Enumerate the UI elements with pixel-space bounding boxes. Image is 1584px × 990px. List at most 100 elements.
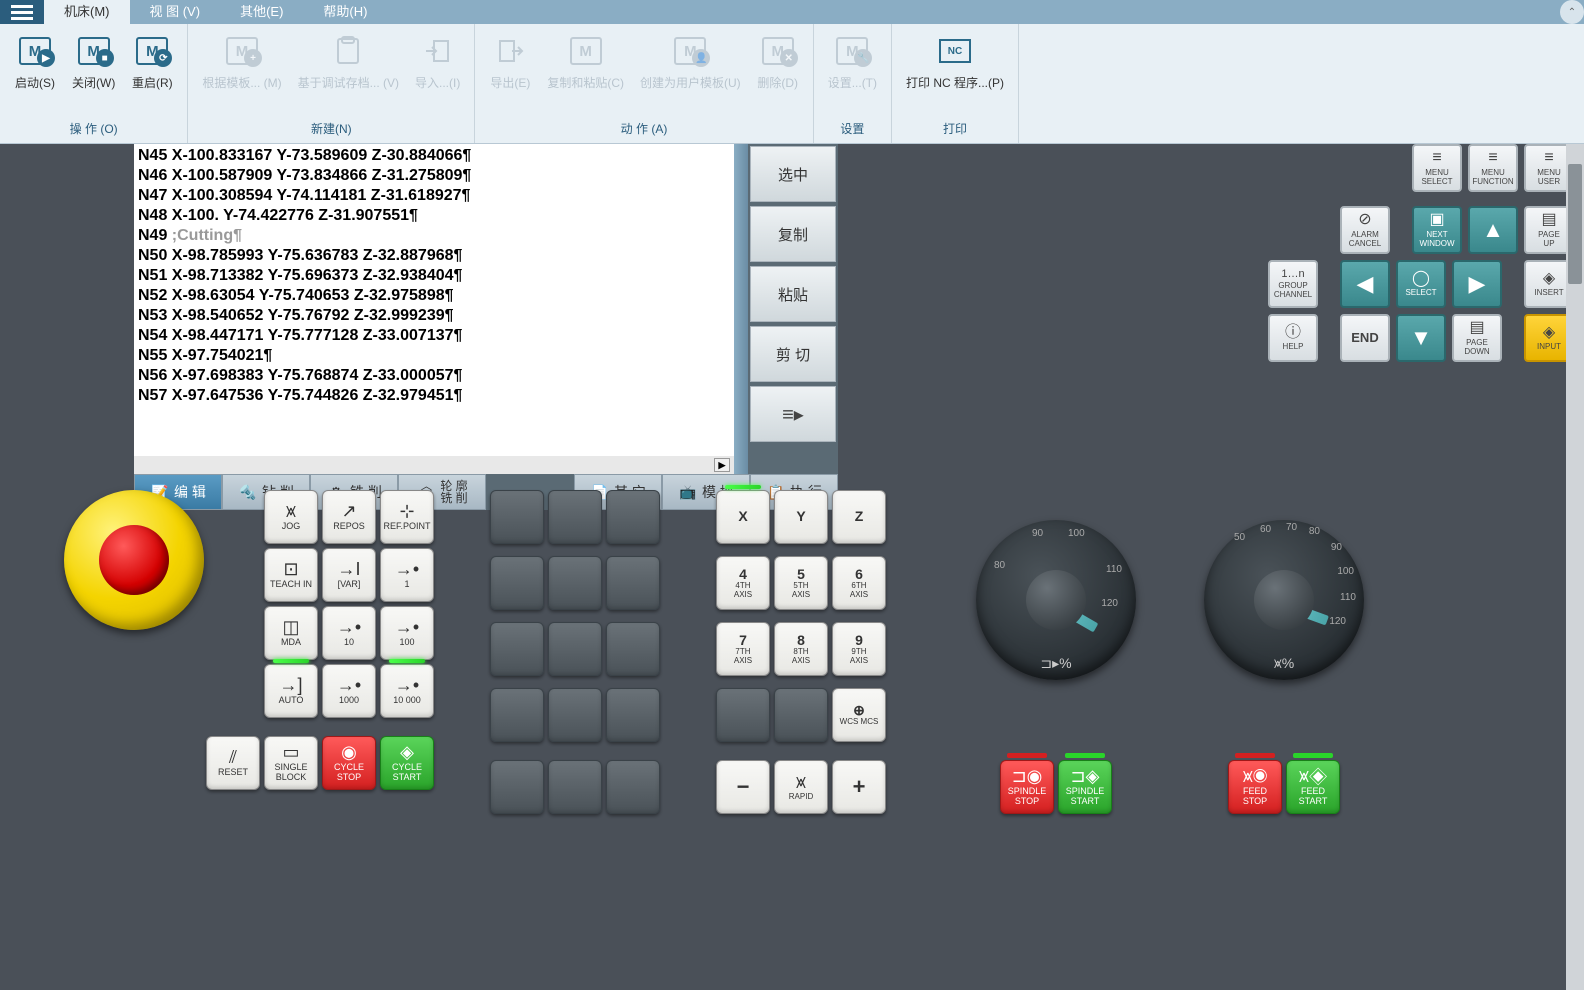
- expand-icon[interactable]: ⌃: [1560, 0, 1584, 24]
- k-y[interactable]: Y: [774, 490, 828, 544]
- np-end[interactable]: END: [1340, 314, 1390, 362]
- rb-save-template[interactable]: M👤创建为用户模板(U): [632, 28, 749, 112]
- rb-export[interactable]: 导出(E): [481, 28, 539, 112]
- rb-from-template[interactable]: M+根据模板... (M): [194, 28, 289, 112]
- k-feed-stop[interactable]: ⩙◉FEED STOP: [1228, 760, 1282, 814]
- k-cycle-stop[interactable]: ◉CYCLE STOP: [322, 736, 376, 790]
- k-7th[interactable]: 77TH AXIS: [716, 622, 770, 676]
- nc-code-view[interactable]: N45 X-100.833167 Y-73.589609 Z-30.884066…: [134, 144, 734, 474]
- k-wcs-mcs[interactable]: ⊕WCS MCS: [832, 688, 886, 742]
- emergency-stop[interactable]: [64, 490, 204, 630]
- v-scrollbar[interactable]: [734, 144, 748, 474]
- axis-pad: X Y Z 44TH AXIS 55TH AXIS 66TH AXIS 77TH…: [716, 490, 886, 814]
- k-refpoint[interactable]: ⊹REF.POINT: [380, 490, 434, 544]
- blank-key[interactable]: [548, 760, 602, 814]
- k-spindle-start[interactable]: ⊐◈SPINDLE START: [1058, 760, 1112, 814]
- k-8th[interactable]: 88TH AXIS: [774, 622, 828, 676]
- menu-tab-help[interactable]: 帮助(H): [303, 0, 387, 24]
- blank-key[interactable]: [606, 760, 660, 814]
- rb-restart[interactable]: M⟳重启(R): [123, 28, 181, 112]
- k-reset[interactable]: ⫽RESET: [206, 736, 260, 790]
- np-left-arrow[interactable]: ◀: [1340, 260, 1390, 308]
- np-select[interactable]: ◯SELECT: [1396, 260, 1446, 308]
- sb-copy[interactable]: 复制: [750, 206, 836, 262]
- sb-paste[interactable]: 粘贴: [750, 266, 836, 322]
- blank-key[interactable]: [606, 556, 660, 610]
- blank-key[interactable]: [606, 622, 660, 676]
- k-teachin[interactable]: ⊡TEACH IN: [264, 548, 318, 602]
- k-9th[interactable]: 99TH AXIS: [832, 622, 886, 676]
- sb-more-icon[interactable]: ≡▸: [750, 386, 836, 442]
- np-right-arrow[interactable]: ▶: [1452, 260, 1502, 308]
- k-minus[interactable]: −: [716, 760, 770, 814]
- menu-tab-view[interactable]: 视 图 (V): [130, 0, 221, 24]
- sb-select[interactable]: 选中: [750, 146, 836, 202]
- ribbon: M▶启动(S) M■关闭(W) M⟳重启(R) 操 作 (O) M+根据模板..…: [0, 24, 1584, 144]
- k-spindle-stop[interactable]: ⊐◉SPINDLE STOP: [1000, 760, 1054, 814]
- k-inc100[interactable]: →•100: [380, 606, 434, 660]
- blank-key[interactable]: [606, 490, 660, 544]
- np-group-channel[interactable]: 1…nGROUP CHANNEL: [1268, 260, 1318, 308]
- k-z[interactable]: Z: [832, 490, 886, 544]
- np-menu-function[interactable]: ≡MENU FUNCTION: [1468, 144, 1518, 192]
- blank-key[interactable]: [606, 688, 660, 742]
- k-cycle-start[interactable]: ◈CYCLE START: [380, 736, 434, 790]
- rg-print: 打印: [892, 116, 1018, 143]
- k-inc10[interactable]: →•10: [322, 606, 376, 660]
- feed-override-dial[interactable]: 50 60 70 80 90 100 110 120 ⩙%: [1204, 520, 1364, 680]
- menubar: 机床(M) 视 图 (V) 其他(E) 帮助(H) ⌃: [0, 0, 1584, 24]
- blank-key[interactable]: [548, 490, 602, 544]
- rb-print-nc[interactable]: NC打印 NC 程序...(P): [898, 28, 1012, 112]
- blank-key[interactable]: [490, 622, 544, 676]
- np-alarm-cancel[interactable]: ⊘ALARM CANCEL: [1340, 206, 1390, 254]
- rb-start[interactable]: M▶启动(S): [6, 28, 64, 112]
- blank-key[interactable]: [490, 688, 544, 742]
- blank-key[interactable]: [716, 688, 770, 742]
- k-jog[interactable]: ⩙JOG: [264, 490, 318, 544]
- menu-tab-machine[interactable]: 机床(M): [44, 0, 130, 24]
- spindle-buttons: ⊐◉SPINDLE STOP ⊐◈SPINDLE START: [1000, 760, 1112, 814]
- k-single-block[interactable]: ▭SINGLE BLOCK: [264, 736, 318, 790]
- blank-key[interactable]: [548, 556, 602, 610]
- k-4th[interactable]: 44TH AXIS: [716, 556, 770, 610]
- k-inc1[interactable]: →•1: [380, 548, 434, 602]
- blank-key[interactable]: [774, 688, 828, 742]
- rb-close[interactable]: M■关闭(W): [64, 28, 123, 112]
- np-up-arrow[interactable]: ▲: [1468, 206, 1518, 254]
- window-v-scrollbar[interactable]: [1566, 144, 1584, 990]
- rb-settings[interactable]: M🔧设置...(T): [820, 28, 885, 112]
- rb-import[interactable]: 导入...(I): [407, 28, 468, 112]
- np-down-arrow[interactable]: ▼: [1396, 314, 1446, 362]
- sb-cut[interactable]: 剪 切: [750, 326, 836, 382]
- np-help[interactable]: ⓘHELP: [1268, 314, 1318, 362]
- menu-tab-other[interactable]: 其他(E): [220, 0, 303, 24]
- rb-copy-paste[interactable]: M复制和粘贴(C): [539, 28, 632, 112]
- scroll-right-icon[interactable]: ▶: [714, 458, 730, 472]
- k-x[interactable]: X: [716, 490, 770, 544]
- k-inc10000[interactable]: →•10 000: [380, 664, 434, 718]
- k-auto[interactable]: →]AUTO: [264, 664, 318, 718]
- k-plus[interactable]: +: [832, 760, 886, 814]
- rb-delete[interactable]: M✕删除(D): [749, 28, 807, 112]
- rg-action: 动 作 (A): [475, 116, 812, 143]
- rb-from-archive[interactable]: 基于调试存档... (V): [290, 28, 407, 112]
- k-inc1000[interactable]: →•1000: [322, 664, 376, 718]
- spindle-override-dial[interactable]: 80 90 100 110 120 ⊐▸%: [976, 520, 1136, 680]
- np-menu-select[interactable]: ≡MENU SELECT: [1412, 144, 1462, 192]
- blank-key[interactable]: [490, 556, 544, 610]
- k-6th[interactable]: 66TH AXIS: [832, 556, 886, 610]
- h-scrollbar[interactable]: ▶: [134, 456, 734, 474]
- np-page-down[interactable]: ▤PAGE DOWN: [1452, 314, 1502, 362]
- k-5th[interactable]: 55TH AXIS: [774, 556, 828, 610]
- k-feed-start[interactable]: ⩙◈FEED START: [1286, 760, 1340, 814]
- k-var[interactable]: →I[VAR]: [322, 548, 376, 602]
- blank-key[interactable]: [548, 622, 602, 676]
- k-mda[interactable]: ◫MDA: [264, 606, 318, 660]
- blank-key[interactable]: [548, 688, 602, 742]
- k-rapid[interactable]: ⩙RAPID: [774, 760, 828, 814]
- blank-key[interactable]: [490, 490, 544, 544]
- blank-key[interactable]: [490, 760, 544, 814]
- k-repos[interactable]: ↗REPOS: [322, 490, 376, 544]
- np-next-window[interactable]: ▣NEXT WINDOW: [1412, 206, 1462, 254]
- hamburger-icon[interactable]: [0, 0, 44, 24]
